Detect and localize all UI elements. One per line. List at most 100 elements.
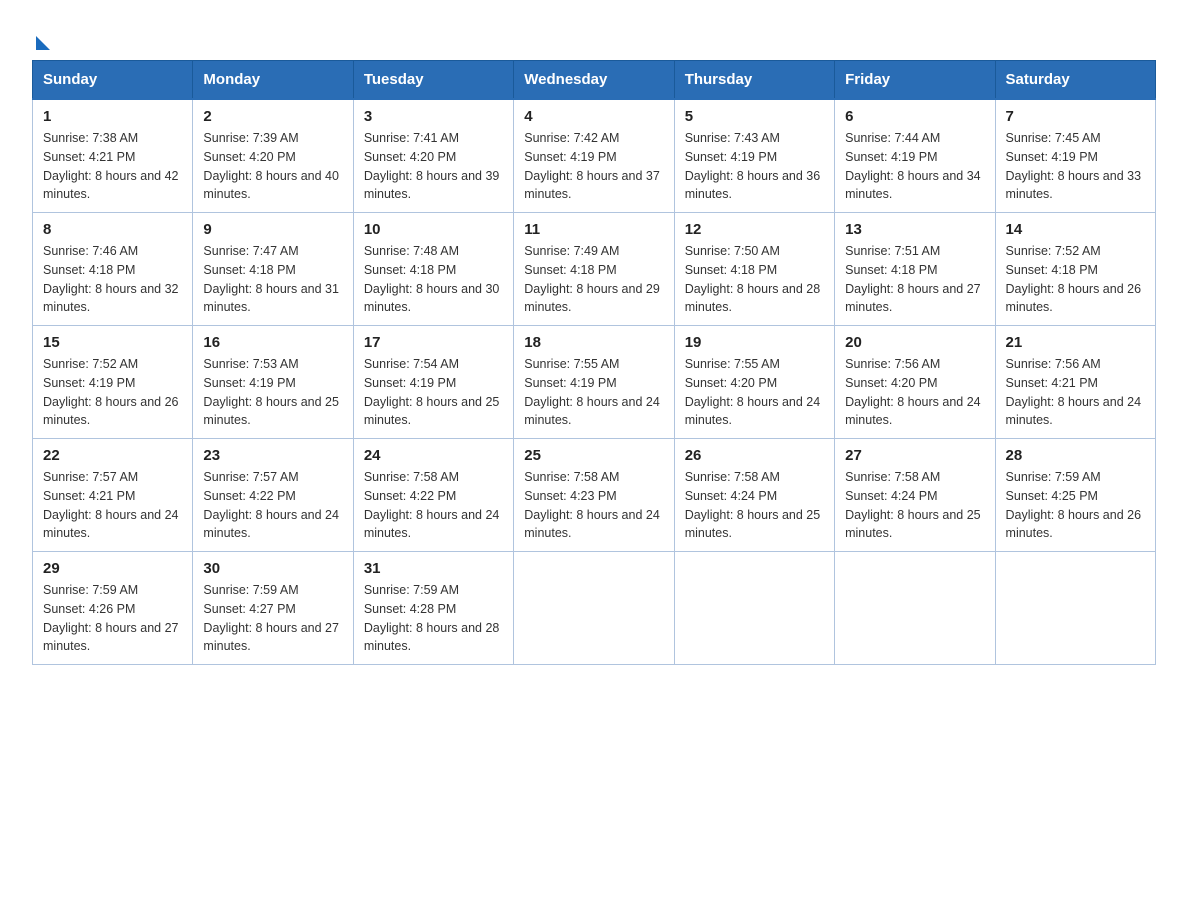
- day-header-sunday: Sunday: [33, 61, 193, 100]
- day-number: 18: [524, 334, 663, 351]
- day-number: 23: [203, 447, 342, 464]
- day-number: 1: [43, 108, 182, 125]
- calendar-cell: 11 Sunrise: 7:49 AM Sunset: 4:18 PM Dayl…: [514, 213, 674, 326]
- day-info: Sunrise: 7:59 AM Sunset: 4:26 PM Dayligh…: [43, 581, 182, 656]
- day-number: 2: [203, 108, 342, 125]
- day-info: Sunrise: 7:47 AM Sunset: 4:18 PM Dayligh…: [203, 242, 342, 317]
- calendar-cell: 15 Sunrise: 7:52 AM Sunset: 4:19 PM Dayl…: [33, 326, 193, 439]
- day-info: Sunrise: 7:59 AM Sunset: 4:25 PM Dayligh…: [1006, 468, 1145, 543]
- day-info: Sunrise: 7:49 AM Sunset: 4:18 PM Dayligh…: [524, 242, 663, 317]
- calendar-cell: 14 Sunrise: 7:52 AM Sunset: 4:18 PM Dayl…: [995, 213, 1155, 326]
- calendar-week-row: 15 Sunrise: 7:52 AM Sunset: 4:19 PM Dayl…: [33, 326, 1156, 439]
- day-number: 10: [364, 221, 503, 238]
- day-info: Sunrise: 7:54 AM Sunset: 4:19 PM Dayligh…: [364, 355, 503, 430]
- calendar-cell: 20 Sunrise: 7:56 AM Sunset: 4:20 PM Dayl…: [835, 326, 995, 439]
- day-number: 6: [845, 108, 984, 125]
- day-number: 24: [364, 447, 503, 464]
- calendar-cell: 18 Sunrise: 7:55 AM Sunset: 4:19 PM Dayl…: [514, 326, 674, 439]
- day-info: Sunrise: 7:58 AM Sunset: 4:23 PM Dayligh…: [524, 468, 663, 543]
- logo: [32, 30, 50, 50]
- calendar-cell: [514, 552, 674, 665]
- calendar-cell: 22 Sunrise: 7:57 AM Sunset: 4:21 PM Dayl…: [33, 439, 193, 552]
- calendar-cell: 29 Sunrise: 7:59 AM Sunset: 4:26 PM Dayl…: [33, 552, 193, 665]
- day-info: Sunrise: 7:42 AM Sunset: 4:19 PM Dayligh…: [524, 129, 663, 204]
- calendar-cell: 17 Sunrise: 7:54 AM Sunset: 4:19 PM Dayl…: [353, 326, 513, 439]
- calendar-week-row: 29 Sunrise: 7:59 AM Sunset: 4:26 PM Dayl…: [33, 552, 1156, 665]
- day-number: 4: [524, 108, 663, 125]
- day-number: 31: [364, 560, 503, 577]
- calendar-cell: [674, 552, 834, 665]
- day-number: 5: [685, 108, 824, 125]
- day-info: Sunrise: 7:58 AM Sunset: 4:22 PM Dayligh…: [364, 468, 503, 543]
- day-info: Sunrise: 7:57 AM Sunset: 4:21 PM Dayligh…: [43, 468, 182, 543]
- day-info: Sunrise: 7:46 AM Sunset: 4:18 PM Dayligh…: [43, 242, 182, 317]
- calendar-table: SundayMondayTuesdayWednesdayThursdayFrid…: [32, 60, 1156, 665]
- day-number: 30: [203, 560, 342, 577]
- day-number: 14: [1006, 221, 1145, 238]
- day-info: Sunrise: 7:56 AM Sunset: 4:21 PM Dayligh…: [1006, 355, 1145, 430]
- day-number: 12: [685, 221, 824, 238]
- day-number: 22: [43, 447, 182, 464]
- day-info: Sunrise: 7:53 AM Sunset: 4:19 PM Dayligh…: [203, 355, 342, 430]
- calendar-cell: 7 Sunrise: 7:45 AM Sunset: 4:19 PM Dayli…: [995, 99, 1155, 213]
- day-info: Sunrise: 7:55 AM Sunset: 4:19 PM Dayligh…: [524, 355, 663, 430]
- day-header-thursday: Thursday: [674, 61, 834, 100]
- calendar-cell: 23 Sunrise: 7:57 AM Sunset: 4:22 PM Dayl…: [193, 439, 353, 552]
- day-header-tuesday: Tuesday: [353, 61, 513, 100]
- calendar-cell: 26 Sunrise: 7:58 AM Sunset: 4:24 PM Dayl…: [674, 439, 834, 552]
- day-number: 16: [203, 334, 342, 351]
- day-info: Sunrise: 7:51 AM Sunset: 4:18 PM Dayligh…: [845, 242, 984, 317]
- day-header-friday: Friday: [835, 61, 995, 100]
- calendar-cell: 12 Sunrise: 7:50 AM Sunset: 4:18 PM Dayl…: [674, 213, 834, 326]
- calendar-cell: [995, 552, 1155, 665]
- day-number: 28: [1006, 447, 1145, 464]
- day-number: 25: [524, 447, 663, 464]
- calendar-cell: 30 Sunrise: 7:59 AM Sunset: 4:27 PM Dayl…: [193, 552, 353, 665]
- day-header-saturday: Saturday: [995, 61, 1155, 100]
- day-number: 21: [1006, 334, 1145, 351]
- day-info: Sunrise: 7:39 AM Sunset: 4:20 PM Dayligh…: [203, 129, 342, 204]
- calendar-cell: 4 Sunrise: 7:42 AM Sunset: 4:19 PM Dayli…: [514, 99, 674, 213]
- day-info: Sunrise: 7:45 AM Sunset: 4:19 PM Dayligh…: [1006, 129, 1145, 204]
- logo-blue-row: [32, 30, 50, 50]
- calendar-cell: 19 Sunrise: 7:55 AM Sunset: 4:20 PM Dayl…: [674, 326, 834, 439]
- day-info: Sunrise: 7:41 AM Sunset: 4:20 PM Dayligh…: [364, 129, 503, 204]
- day-info: Sunrise: 7:59 AM Sunset: 4:28 PM Dayligh…: [364, 581, 503, 656]
- calendar-cell: 24 Sunrise: 7:58 AM Sunset: 4:22 PM Dayl…: [353, 439, 513, 552]
- day-info: Sunrise: 7:43 AM Sunset: 4:19 PM Dayligh…: [685, 129, 824, 204]
- calendar-cell: 8 Sunrise: 7:46 AM Sunset: 4:18 PM Dayli…: [33, 213, 193, 326]
- calendar-week-row: 8 Sunrise: 7:46 AM Sunset: 4:18 PM Dayli…: [33, 213, 1156, 326]
- day-header-monday: Monday: [193, 61, 353, 100]
- day-number: 27: [845, 447, 984, 464]
- day-number: 15: [43, 334, 182, 351]
- calendar-cell: 21 Sunrise: 7:56 AM Sunset: 4:21 PM Dayl…: [995, 326, 1155, 439]
- calendar-cell: 9 Sunrise: 7:47 AM Sunset: 4:18 PM Dayli…: [193, 213, 353, 326]
- calendar-cell: 25 Sunrise: 7:58 AM Sunset: 4:23 PM Dayl…: [514, 439, 674, 552]
- day-info: Sunrise: 7:56 AM Sunset: 4:20 PM Dayligh…: [845, 355, 984, 430]
- calendar-week-row: 1 Sunrise: 7:38 AM Sunset: 4:21 PM Dayli…: [33, 99, 1156, 213]
- calendar-week-row: 22 Sunrise: 7:57 AM Sunset: 4:21 PM Dayl…: [33, 439, 1156, 552]
- day-number: 8: [43, 221, 182, 238]
- calendar-cell: 10 Sunrise: 7:48 AM Sunset: 4:18 PM Dayl…: [353, 213, 513, 326]
- day-info: Sunrise: 7:48 AM Sunset: 4:18 PM Dayligh…: [364, 242, 503, 317]
- calendar-cell: 6 Sunrise: 7:44 AM Sunset: 4:19 PM Dayli…: [835, 99, 995, 213]
- day-info: Sunrise: 7:50 AM Sunset: 4:18 PM Dayligh…: [685, 242, 824, 317]
- calendar-cell: 2 Sunrise: 7:39 AM Sunset: 4:20 PM Dayli…: [193, 99, 353, 213]
- day-info: Sunrise: 7:57 AM Sunset: 4:22 PM Dayligh…: [203, 468, 342, 543]
- calendar-cell: 3 Sunrise: 7:41 AM Sunset: 4:20 PM Dayli…: [353, 99, 513, 213]
- day-number: 19: [685, 334, 824, 351]
- day-info: Sunrise: 7:38 AM Sunset: 4:21 PM Dayligh…: [43, 129, 182, 204]
- day-number: 3: [364, 108, 503, 125]
- day-number: 7: [1006, 108, 1145, 125]
- day-info: Sunrise: 7:52 AM Sunset: 4:18 PM Dayligh…: [1006, 242, 1145, 317]
- calendar-cell: 13 Sunrise: 7:51 AM Sunset: 4:18 PM Dayl…: [835, 213, 995, 326]
- calendar-cell: 1 Sunrise: 7:38 AM Sunset: 4:21 PM Dayli…: [33, 99, 193, 213]
- day-number: 20: [845, 334, 984, 351]
- calendar-cell: 5 Sunrise: 7:43 AM Sunset: 4:19 PM Dayli…: [674, 99, 834, 213]
- page-header: [32, 24, 1156, 50]
- day-number: 29: [43, 560, 182, 577]
- calendar-cell: 31 Sunrise: 7:59 AM Sunset: 4:28 PM Dayl…: [353, 552, 513, 665]
- calendar-cell: 27 Sunrise: 7:58 AM Sunset: 4:24 PM Dayl…: [835, 439, 995, 552]
- day-info: Sunrise: 7:44 AM Sunset: 4:19 PM Dayligh…: [845, 129, 984, 204]
- calendar-cell: [835, 552, 995, 665]
